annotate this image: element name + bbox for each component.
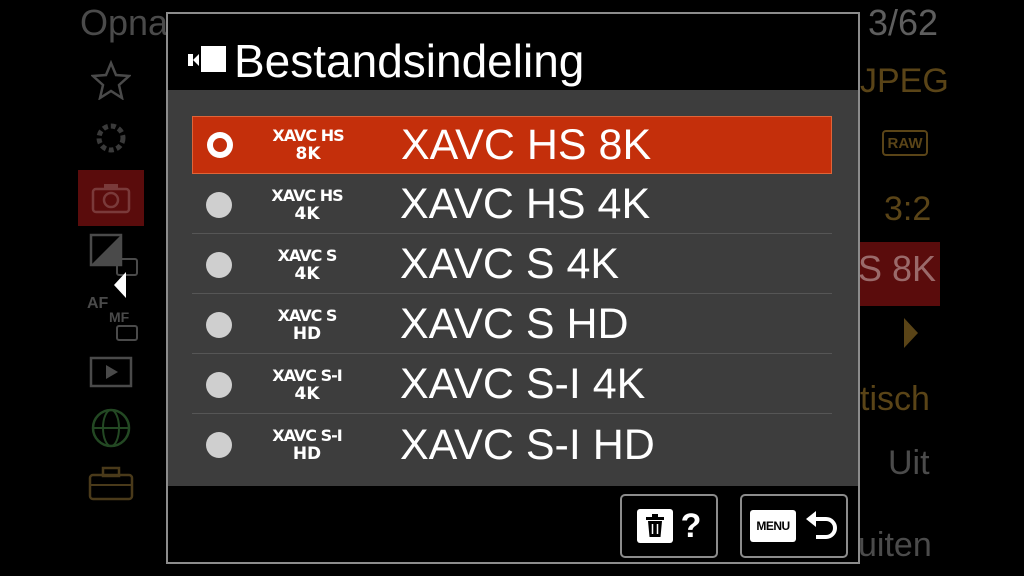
badge-bottom-text: HD — [292, 323, 322, 344]
svg-text:AF: AF — [87, 295, 109, 312]
radio-button[interactable] — [206, 432, 232, 458]
option-label: XAVC S-I 4K — [400, 360, 646, 408]
movie-icon — [188, 46, 226, 72]
option-label: XAVC HS 4K — [400, 180, 651, 228]
badge-top-text: XAVC S-I — [272, 365, 342, 385]
badge-bottom-text: 4K — [294, 383, 320, 404]
badge-top-text: XAVC S — [277, 305, 338, 325]
toolbox-icon — [78, 456, 144, 512]
radio-button[interactable] — [207, 132, 233, 158]
raw-badge: RAW — [882, 130, 928, 156]
radio-button[interactable] — [206, 251, 232, 278]
help-button[interactable]: ? — [620, 494, 718, 558]
format-badge-icon: XAVC HS 8K — [253, 126, 363, 164]
af-mf-icon: AF MF — [78, 286, 144, 342]
format-option-xavc-s-4k[interactable]: XAVC S 4K XAVC S 4K — [192, 236, 832, 294]
help-label: ? — [680, 506, 702, 545]
format-badge-icon: XAVC S-I 4K — [252, 366, 362, 404]
background-selected-value: S 8K — [858, 248, 937, 289]
left-arrow-icon — [114, 272, 126, 298]
format-option-xavc-hs-8k[interactable]: XAVC HS 8K XAVC HS 8K — [192, 116, 832, 174]
dialog-header: Bestandsindeling — [168, 14, 858, 88]
format-option-list: XAVC HS 8K XAVC HS 8K XAVC HS 4K XAVC HS… — [168, 90, 858, 486]
radio-button[interactable] — [206, 371, 232, 398]
badge-top-text: XAVC HS — [271, 185, 343, 205]
format-option-xavc-hs-4k[interactable]: XAVC HS 4K XAVC HS 4K — [192, 176, 832, 234]
option-label: XAVC S HD — [400, 300, 629, 348]
background-exit-value: uiten — [858, 526, 932, 564]
trash-icon — [636, 509, 673, 543]
format-option-xavc-s-hd[interactable]: XAVC S HD XAVC S HD — [192, 296, 832, 354]
svg-text:MF: MF — [109, 309, 130, 325]
format-option-xavc-s-i-4k[interactable]: XAVC S-I 4K XAVC S-I 4K — [192, 356, 832, 414]
background-arrow-icon — [904, 318, 918, 348]
format-badge-icon: XAVC S-I HD — [252, 426, 362, 464]
return-arrow-icon — [806, 511, 837, 539]
background-auto-value: tisch — [860, 380, 930, 418]
badge-bottom-text: HD — [292, 444, 322, 464]
back-button[interactable]: MENU — [740, 494, 848, 558]
background-tab-title: Opna — [80, 2, 169, 43]
option-label: XAVC HS 8K — [401, 120, 652, 169]
badge-bottom-text: 4K — [294, 263, 320, 284]
background-sidebar: AF MF — [78, 52, 148, 522]
format-badge-icon: XAVC S 4K — [252, 246, 362, 284]
exposure-icon — [78, 228, 144, 284]
dialog-title: Bestandsindeling — [234, 35, 585, 87]
badge-top-text: XAVC S — [277, 245, 338, 265]
format-badge-icon: XAVC S HD — [252, 306, 362, 344]
background-off-value: Uit — [888, 444, 930, 482]
file-format-dialog: Bestandsindeling XAVC HS 8K XAVC HS 8K X… — [166, 12, 860, 564]
camera-icon — [78, 170, 144, 226]
background-ratio-value: 3:2 — [884, 190, 932, 228]
option-label: XAVC S 4K — [400, 240, 620, 288]
settings-icon — [78, 110, 144, 166]
badge-bottom-text: 8K — [295, 144, 321, 164]
radio-button[interactable] — [206, 191, 232, 218]
option-label: XAVC S-I HD — [400, 420, 655, 469]
play-icon — [78, 344, 144, 400]
format-badge-icon: XAVC HS 4K — [252, 186, 362, 224]
globe-icon — [78, 400, 144, 456]
badge-top-text: XAVC HS — [272, 126, 344, 145]
badge-top-text: XAVC S-I — [272, 426, 342, 445]
badge-bottom-text: 4K — [294, 203, 320, 224]
background-format-value: JPEG — [860, 62, 949, 100]
star-icon — [78, 52, 144, 108]
menu-key-label: MENU — [750, 510, 796, 542]
format-option-xavc-s-i-hd[interactable]: XAVC S-I HD XAVC S-I HD — [192, 416, 832, 474]
radio-button[interactable] — [206, 311, 232, 338]
